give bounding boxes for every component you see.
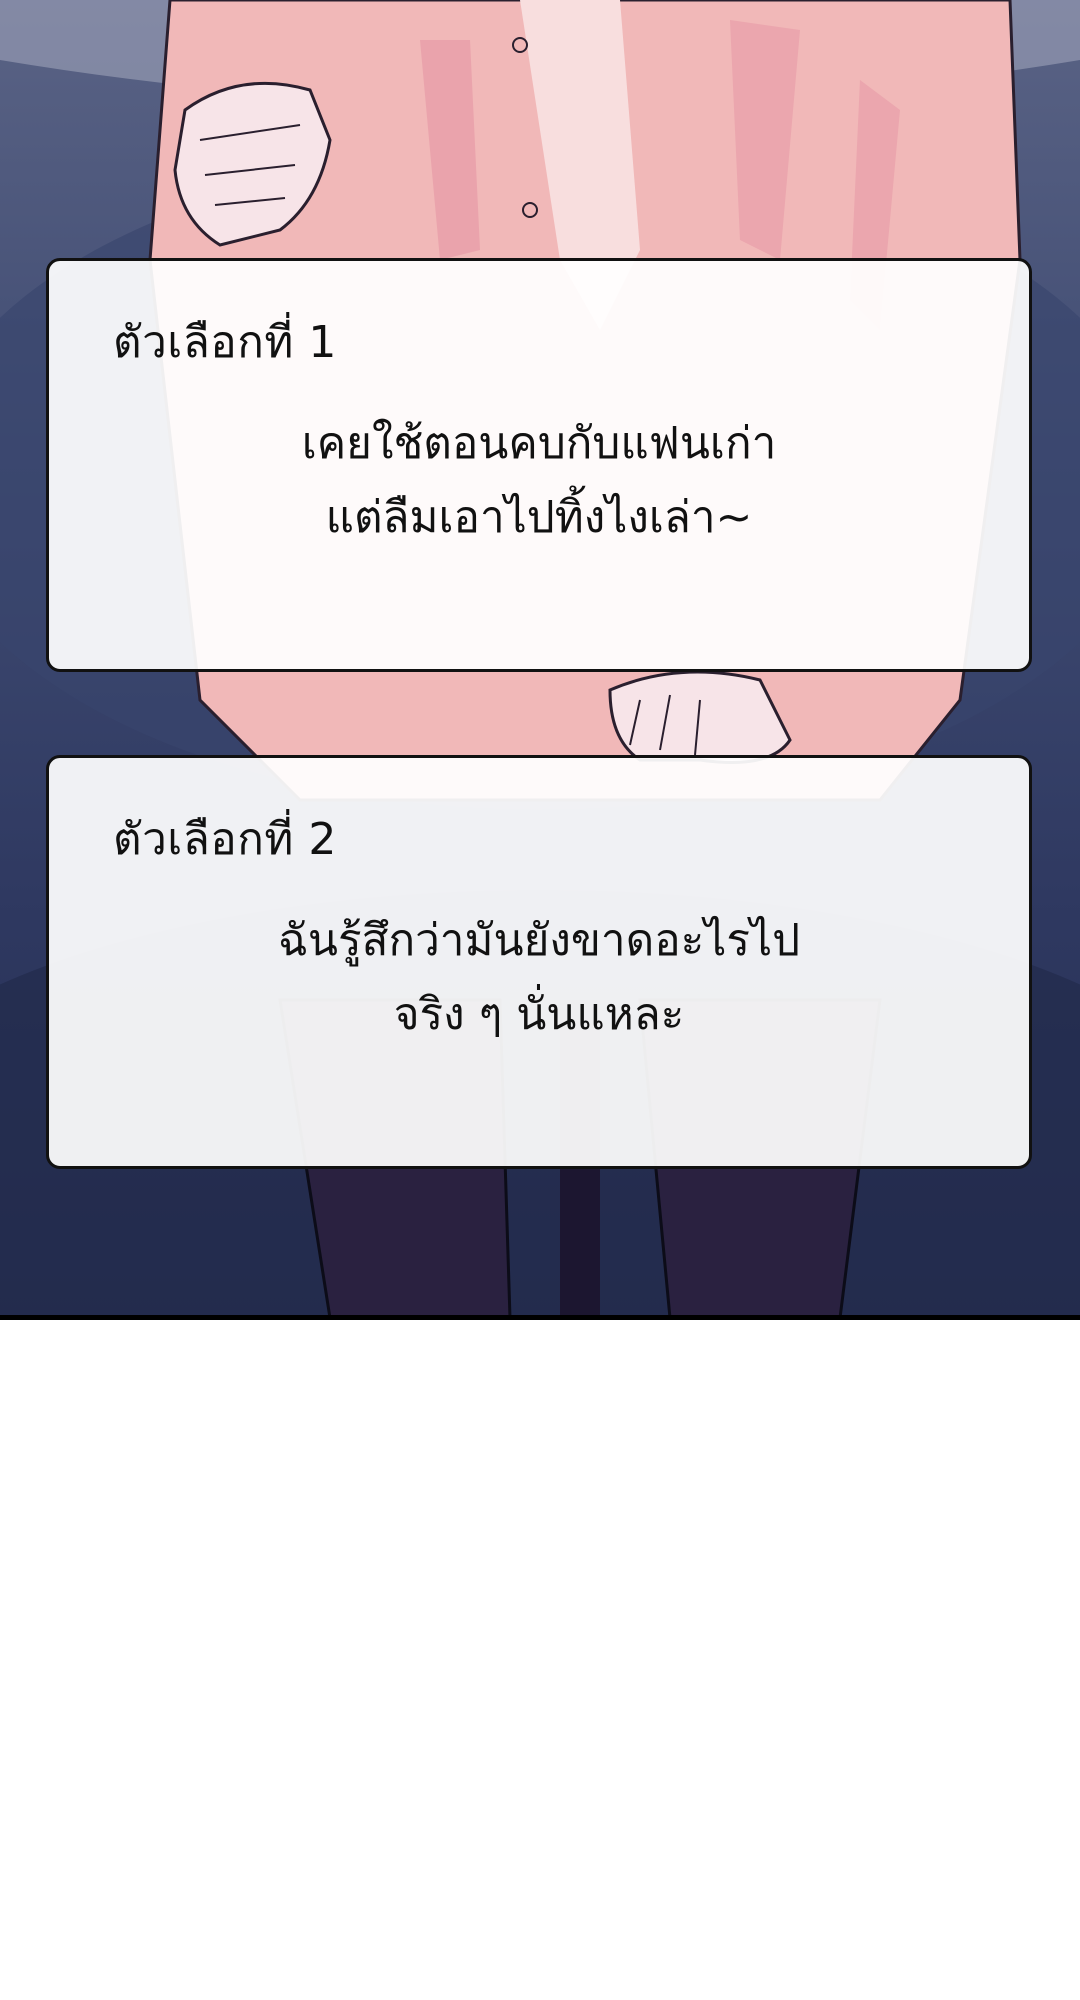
choice-text-line: จริง ๆ นั่นแหละ — [393, 989, 685, 1040]
webtoon-panel-page: ตัวเลือกที่ 1 เคยใช้ตอนคบกับแฟนเก่า แต่ล… — [0, 0, 1080, 2000]
choice-label: ตัวเลือกที่ 1 — [113, 317, 337, 368]
choice-text: เคยใช้ตอนคบกับแฟนเก่า แต่ลืมเอาไปทิ้งไงเ… — [49, 407, 1029, 555]
choice-label: ตัวเลือกที่ 2 — [113, 814, 337, 865]
choice-text-line: ฉันรู้สึกว่ามันยังขาดอะไรไป — [277, 915, 801, 966]
panel-bottom-border — [0, 1315, 1080, 1320]
choice-text-line: แต่ลืมเอาไปทิ้งไงเล่า~ — [325, 492, 753, 543]
choice-card-2[interactable]: ตัวเลือกที่ 2 ฉันรู้สึกว่ามันยังขาดอะไรไ… — [46, 755, 1032, 1169]
choice-card-1[interactable]: ตัวเลือกที่ 1 เคยใช้ตอนคบกับแฟนเก่า แต่ล… — [46, 258, 1032, 672]
choice-text: ฉันรู้สึกว่ามันยังขาดอะไรไป จริง ๆ นั่นแ… — [49, 904, 1029, 1052]
choice-text-line: เคยใช้ตอนคบกับแฟนเก่า — [301, 418, 777, 469]
